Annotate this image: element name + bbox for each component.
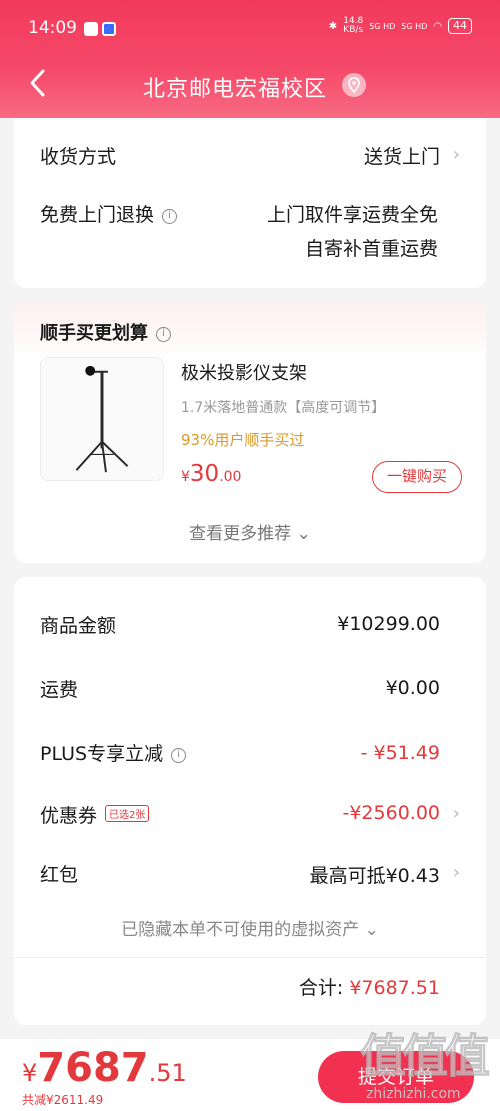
chevron-right-icon[interactable]: ›: [453, 803, 460, 824]
chevron-down-icon: ⌄: [291, 524, 311, 544]
submit-order-button[interactable]: 提交订单: [318, 1051, 474, 1103]
chevron-down-icon: ⌄: [359, 920, 379, 940]
info-icon[interactable]: i: [156, 327, 171, 342]
checkout-price: ¥7687.51: [22, 1045, 187, 1091]
total-value: ¥7687.51: [349, 977, 440, 999]
divider: [14, 957, 486, 958]
speed-unit: KB/s: [343, 25, 364, 35]
free-return-label: 免费上门退换 i: [40, 200, 178, 227]
free-return-line1: 上门取件享运费全免: [266, 204, 438, 226]
chevron-right-icon[interactable]: ›: [453, 862, 460, 883]
goods-amount-value: ¥10299.00: [337, 613, 440, 635]
coupon-selected-badge: 已选2张: [105, 805, 150, 822]
signal-2-icon: 5G HD: [401, 21, 428, 31]
wifi-icon: ◠: [433, 20, 442, 32]
product-spec: 1.7米落地普通款【高度可调节】: [181, 400, 386, 416]
network-speed: 14.8 KB/s: [343, 17, 363, 35]
product-buy-stat: 93%用户顺手买过: [181, 431, 305, 449]
order-total: 合计: ¥7687.51: [299, 973, 440, 1000]
red-packet-label: 红包: [40, 864, 79, 886]
product-price: ¥30.00: [181, 461, 241, 487]
freight-label: 运费: [40, 679, 79, 701]
top-header-area: 14:09 ✱ 14.8 KB/s 5G HD 5G HD ◠ 44 北京邮电宏…: [0, 0, 500, 118]
product-name[interactable]: 极米投影仪支架: [181, 359, 307, 385]
freight-value: ¥0.00: [385, 677, 440, 699]
hidden-assets-toggle[interactable]: 已隐藏本单不可使用的虚拟资产 ⌄: [14, 915, 486, 940]
delivery-card: 收货方式 送货上门 › 免费上门退换 i 上门取件享运费全免 自寄补首重运费: [14, 118, 486, 288]
info-icon[interactable]: i: [162, 209, 178, 224]
red-packet-value[interactable]: 最高可抵¥0.43: [310, 861, 440, 888]
app-notification-icon: [102, 22, 116, 36]
price-int: 30: [189, 461, 220, 487]
battery-icon: 44: [448, 18, 472, 34]
more-recommend-link[interactable]: 查看更多推荐 ⌄: [14, 519, 486, 544]
status-bar: 14:09 ✱ 14.8 KB/s 5G HD 5G HD ◠ 44: [0, 0, 500, 52]
more-recommend-text: 查看更多推荐: [189, 524, 292, 544]
price-dec: .00: [219, 469, 242, 485]
total-label: 合计:: [298, 977, 344, 999]
plus-discount-label: PLUS专享立减 i: [40, 739, 187, 766]
one-click-buy-button[interactable]: 一键购买: [372, 461, 462, 493]
coupon-text: 优惠券: [40, 805, 98, 827]
price-summary-card: 商品金额 ¥10299.00 运费 ¥0.00 PLUS专享立减 i - ¥51.…: [14, 577, 486, 1025]
total-saved[interactable]: 共减¥2611.49: [22, 1091, 103, 1108]
free-return-text: 免费上门退换: [40, 204, 155, 226]
addon-section-title: 顺手买更划算 i: [40, 319, 171, 345]
info-icon[interactable]: i: [171, 748, 187, 763]
delivery-method-label: 收货方式: [40, 146, 117, 168]
address-title[interactable]: 北京邮电宏福校区: [0, 71, 470, 103]
checkout-symbol: ¥: [22, 1059, 38, 1087]
plus-discount-value: - ¥51.49: [360, 742, 440, 764]
coupon-label: 优惠券 已选2张: [40, 801, 150, 828]
hidden-assets-text: 已隐藏本单不可使用的虚拟资产: [121, 920, 360, 940]
bluetooth-icon: ✱: [328, 20, 338, 32]
signal-1-icon: 5G HD: [369, 21, 396, 31]
coupon-value[interactable]: -¥2560.00: [342, 802, 440, 824]
product-image[interactable]: [40, 357, 164, 481]
nav-bar: 北京邮电宏福校区: [0, 60, 500, 110]
free-return-line2: 自寄补首重运费: [304, 238, 438, 260]
bottom-checkout-bar: ¥7687.51 共减¥2611.49 提交订单: [0, 1039, 500, 1111]
addon-title-text: 顺手买更划算: [40, 323, 148, 344]
status-time: 14:09: [28, 18, 77, 38]
location-pin-icon[interactable]: [342, 73, 366, 97]
delivery-method-value[interactable]: 送货上门: [364, 142, 440, 169]
checkout-dec: .51: [148, 1059, 187, 1087]
addon-recommend-card: 顺手买更划算 i 极米投影仪支架 1.7米落地普通款【高度可调节】 93%用户顺手…: [14, 301, 486, 563]
notification-icon: [84, 22, 98, 36]
plus-discount-text: PLUS专享立减: [40, 743, 164, 765]
chevron-right-icon[interactable]: ›: [453, 144, 460, 165]
status-indicators: ✱ 14.8 KB/s 5G HD 5G HD ◠ 44: [329, 17, 472, 35]
checkout-int: 7687: [37, 1045, 149, 1091]
goods-amount-label: 商品金额: [40, 615, 117, 637]
price-symbol: ¥: [181, 469, 190, 485]
